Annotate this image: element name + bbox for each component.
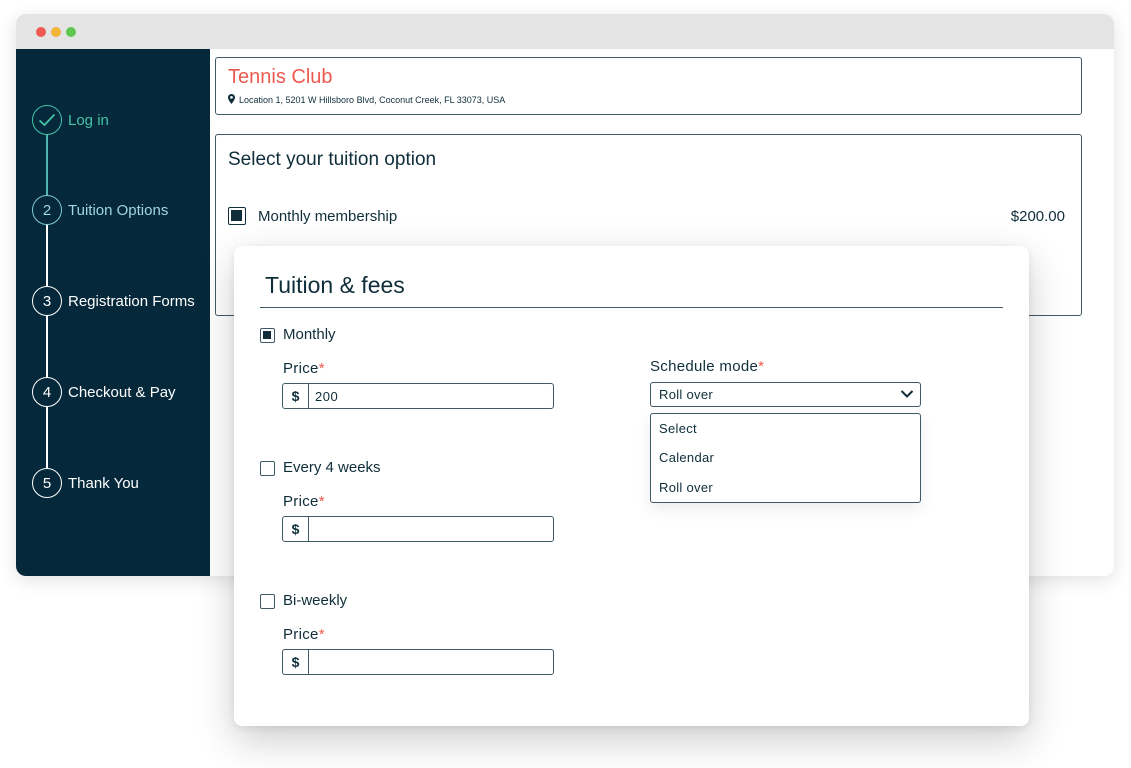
plan-label: Every 4 weeks (283, 459, 381, 476)
dollar-icon: $ (283, 650, 309, 674)
every-4-weeks-checkbox[interactable] (260, 461, 275, 476)
option-calendar[interactable]: Calendar (659, 450, 714, 465)
close-window-button[interactable] (36, 27, 46, 37)
tuition-fees-modal: Tuition & fees Monthly Price* $ 200 Sche… (234, 246, 1029, 726)
chevron-down-icon (900, 387, 914, 404)
step-number: 2 (32, 195, 62, 225)
tuition-option-label: Monthly membership (258, 208, 398, 225)
step-tuition-options[interactable]: 2 Tuition Options (32, 195, 168, 225)
price-value (309, 650, 553, 674)
divider (260, 307, 1003, 308)
step-label: Checkout & Pay (68, 383, 176, 401)
bi-weekly-checkbox[interactable] (260, 594, 275, 609)
schedule-mode-label: Schedule mode* (650, 358, 765, 375)
price-value (309, 517, 553, 541)
step-number: 4 (32, 377, 62, 407)
monthly-checkbox[interactable] (260, 328, 275, 343)
check-icon (32, 105, 62, 135)
step-log-in[interactable]: Log in (32, 105, 109, 135)
monthly-membership-checkbox[interactable] (228, 207, 246, 225)
step-label: Tuition Options (68, 201, 169, 219)
price-label: Price* (283, 360, 325, 377)
plan-label: Bi-weekly (283, 592, 348, 609)
step-connector (46, 221, 48, 494)
step-thank-you[interactable]: 5 Thank You (32, 468, 139, 498)
selected-value: Roll over (659, 387, 713, 402)
plan-label: Monthly (283, 326, 336, 343)
tuition-heading: Select your tuition option (228, 149, 437, 170)
price-value: 200 (315, 388, 339, 404)
club-info-card: Tennis Club Location 1, 5201 W Hillsboro… (215, 57, 1082, 115)
minimize-window-button[interactable] (51, 27, 61, 37)
step-checkout-pay[interactable]: 4 Checkout & Pay (32, 377, 176, 407)
step-label: Log in (68, 111, 109, 129)
step-label: Thank You (68, 474, 139, 492)
progress-sidebar: Log in 2 Tuition Options 3 Registration … (16, 49, 210, 576)
bi-weekly-price-input[interactable]: $ (282, 649, 554, 675)
club-address: Location 1, 5201 W Hillsboro Blvd, Cocon… (228, 94, 505, 106)
option-select[interactable]: Select (659, 421, 697, 436)
tuition-option-price: $200.00 (1010, 208, 1065, 225)
option-roll-over[interactable]: Roll over (659, 480, 713, 495)
step-registration-forms[interactable]: 3 Registration Forms (32, 286, 195, 316)
modal-title: Tuition & fees (265, 272, 405, 298)
maximize-window-button[interactable] (66, 27, 76, 37)
price-label: Price* (283, 493, 325, 510)
schedule-mode-dropdown: Select Calendar Roll over (650, 413, 921, 503)
monthly-price-input[interactable]: $ 200 (282, 383, 554, 409)
title-bar (16, 14, 1114, 49)
dollar-icon: $ (283, 384, 309, 408)
step-number: 3 (32, 286, 62, 316)
price-label: Price* (283, 626, 325, 643)
club-address-text: Location 1, 5201 W Hillsboro Blvd, Cocon… (239, 95, 506, 105)
step-label: Registration Forms (68, 292, 195, 310)
every-4-weeks-price-input[interactable]: $ (282, 516, 554, 542)
location-pin-icon (228, 94, 235, 106)
dollar-icon: $ (283, 517, 309, 541)
step-number: 5 (32, 468, 62, 498)
club-name: Tennis Club (228, 66, 333, 88)
schedule-mode-select[interactable]: Roll over (650, 382, 921, 407)
